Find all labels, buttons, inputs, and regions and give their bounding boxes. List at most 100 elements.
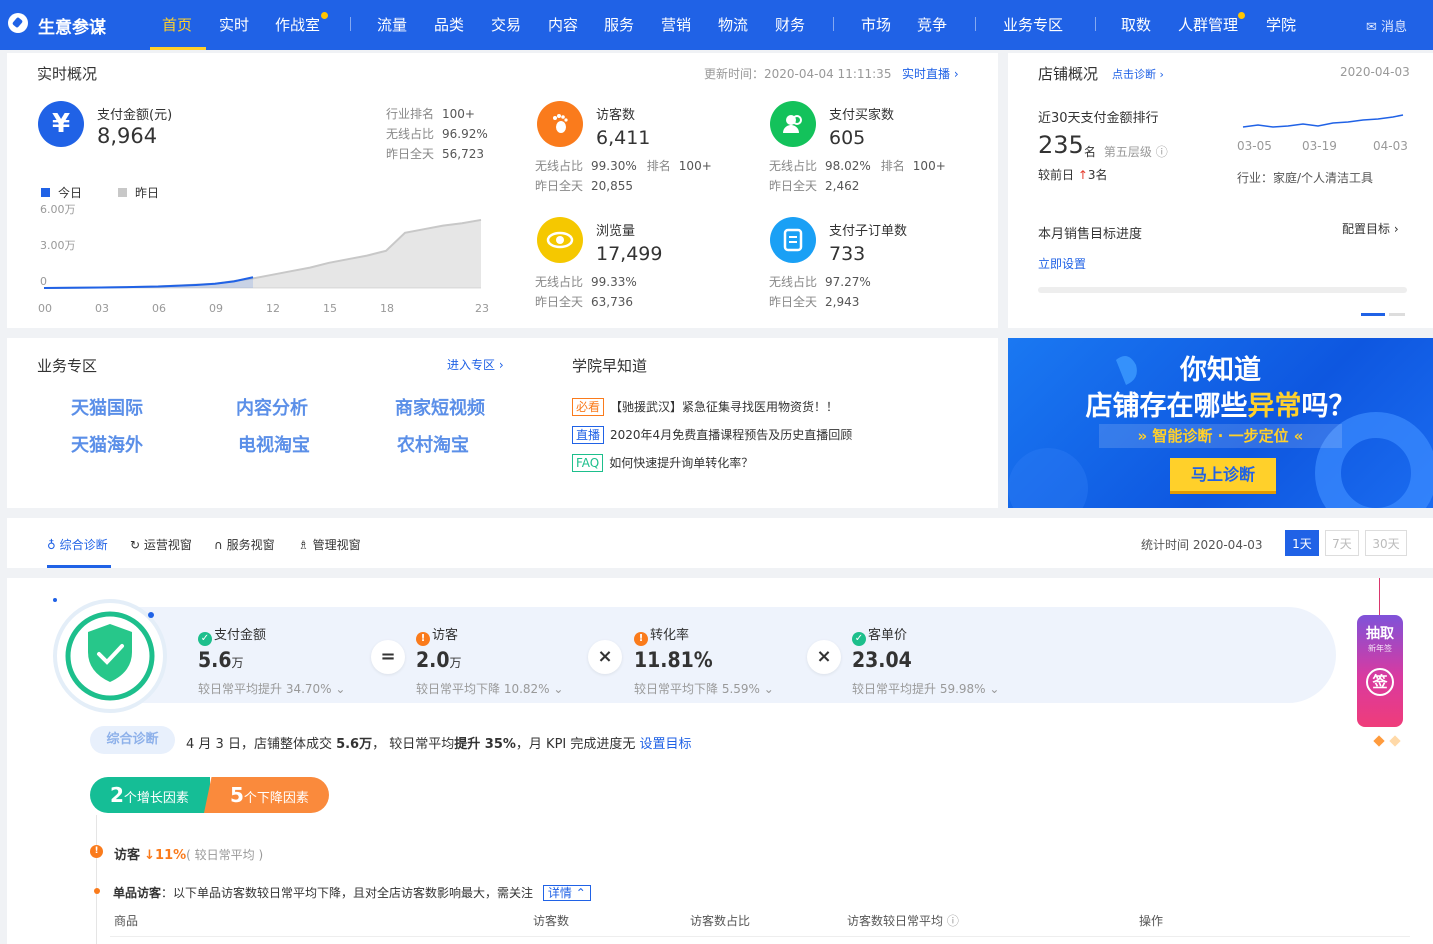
banner-line2: 店铺存在哪些异常吗？ xyxy=(1085,391,1356,422)
suborders-row2: 昨日全天 2,943 xyxy=(769,295,860,309)
multiply-operator: × xyxy=(807,640,841,674)
growth-factors-pill[interactable]: 2个增长因素 xyxy=(90,777,210,813)
academy-item[interactable]: 直播 2020年4月免费直播课程预告及历史直播回顾 xyxy=(572,426,852,444)
tab-operation[interactable]: ↻ 运营视窗 xyxy=(130,536,192,553)
legend-yesterday: 昨日 xyxy=(118,184,159,201)
nav-data-fetch[interactable]: 取数 xyxy=(1121,14,1151,35)
help-icon[interactable]: ⓘ xyxy=(947,914,959,928)
col-action: 操作 xyxy=(1139,914,1164,928)
nav-category[interactable]: 品类 xyxy=(434,14,464,35)
metric-value: 11.81% xyxy=(634,648,713,672)
nav-competition[interactable]: 竞争 xyxy=(917,14,947,35)
y-tick-label: 6.00万 xyxy=(40,203,76,216)
metric-value: 5.6万 xyxy=(198,648,244,672)
nav-crowd[interactable]: 人群管理 xyxy=(1178,14,1238,35)
nav-traffic[interactable]: 流量 xyxy=(377,14,407,35)
realtime-title: 实时概况 xyxy=(37,65,98,83)
pager-dot-active[interactable] xyxy=(1361,313,1385,316)
nav-market[interactable]: 市场 xyxy=(861,14,891,35)
live-link[interactable]: 实时直播 › xyxy=(902,65,959,82)
set-target-link[interactable]: 设置目标 xyxy=(640,737,692,752)
zone-content-analysis[interactable]: 内容分析 xyxy=(236,394,308,420)
tab-comprehensive[interactable]: ♁ 综合诊断 xyxy=(47,536,108,553)
rank-trend-sparkline xyxy=(1242,114,1404,128)
tab-management[interactable]: ♗ 管理视窗 xyxy=(298,536,361,553)
range-30d[interactable]: 30天 xyxy=(1365,530,1407,556)
nav-home[interactable]: 首页 xyxy=(162,14,192,35)
zone-tv-taobao[interactable]: 电视淘宝 xyxy=(238,431,310,457)
visitors-row1: 无线占比 99.30% 排名 100+ xyxy=(535,159,712,173)
x-tick-label: 18 xyxy=(380,302,394,315)
pager-dot[interactable] xyxy=(1389,313,1405,316)
academy-item[interactable]: 必看 【驰援武汉】紧急征集寻找医用物资货！！ xyxy=(572,398,838,416)
factor-visitors: 访客 ↓11%( 较日常平均 ) xyxy=(114,848,264,863)
sign-string xyxy=(1379,578,1380,618)
metric-value: 23.04 xyxy=(852,648,912,672)
metric-sub[interactable]: 较日常平均下降 10.82% ⌄ xyxy=(416,680,563,697)
compass-logo-icon[interactable] xyxy=(8,13,28,33)
nav-trade[interactable]: 交易 xyxy=(491,14,521,35)
nav-content[interactable]: 内容 xyxy=(548,14,578,35)
metric-sub[interactable]: 较日常平均提升 34.70% ⌄ xyxy=(198,680,345,697)
realtime-chart: 6.00万3.00万000 03 06 09 12 15 18 23 xyxy=(38,203,489,315)
suborders-label: 支付子订单数 xyxy=(829,224,908,239)
help-icon[interactable]: ⓘ xyxy=(1156,145,1168,159)
enter-zone-link[interactable]: 进入专区 › xyxy=(447,356,504,373)
zone-tmall-overseas[interactable]: 天猫海外 xyxy=(71,431,143,457)
visitors-value: 6,411 xyxy=(596,127,651,149)
pay-amount-value: 8,964 xyxy=(97,124,158,148)
tab-service[interactable]: ∩ 服务视窗 xyxy=(214,536,275,553)
diagnose-now-button[interactable]: 马上诊断 xyxy=(1170,458,1276,491)
nav-service[interactable]: 服务 xyxy=(604,14,634,35)
pay-amount-label: 支付金额(元) xyxy=(97,108,173,123)
zone-rural-taobao[interactable]: 农村淘宝 xyxy=(397,431,469,457)
decline-factors-pill[interactable]: 5个下降因素 xyxy=(204,777,329,813)
nav-warroom[interactable]: 作战室 xyxy=(275,14,320,35)
refresh-icon: ↻ xyxy=(130,538,141,552)
nav-divider xyxy=(833,17,834,31)
messages-link[interactable]: ✉ 消息 xyxy=(1366,16,1407,35)
nav-logistics[interactable]: 物流 xyxy=(718,14,748,35)
nav-business-zone[interactable]: 业务专区 xyxy=(1003,14,1063,35)
diagnose-link[interactable]: 点击诊断 › xyxy=(1112,66,1164,82)
nav-new-dot xyxy=(1238,12,1245,19)
metric-sub[interactable]: 较日常平均提升 59.98% ⌄ xyxy=(852,680,999,697)
zone-short-video[interactable]: 商家短视频 xyxy=(395,394,485,420)
x-tick-label: 06 xyxy=(152,302,166,315)
nav-marketing[interactable]: 营销 xyxy=(661,14,691,35)
nav-finance[interactable]: 财务 xyxy=(775,14,805,35)
brand-name[interactable]: 生意参谋 xyxy=(38,13,106,38)
nav-new-dot xyxy=(321,12,328,19)
pageviews-row1: 无线占比 99.33% xyxy=(535,275,637,289)
range-1d[interactable]: 1天 xyxy=(1285,530,1319,556)
buyers-value: 605 xyxy=(829,127,866,149)
summary-text: 4 月 3 日，店铺整体成交 5.6万， 较日常平均提升 35%，月 KPI 完… xyxy=(186,737,692,752)
academy-item[interactable]: FAQ 如何快速提升询单转化率？ xyxy=(572,454,753,472)
config-target-link[interactable]: 配置目标 › xyxy=(1342,220,1399,237)
buyers-label: 支付买家数 xyxy=(829,108,895,123)
wireless-share: 无线占比 96.92% xyxy=(386,127,488,141)
overview-date: 2020-04-03 xyxy=(1340,65,1410,79)
date-tick: 03-05 xyxy=(1237,139,1272,153)
equals-operator: = xyxy=(371,640,405,674)
metric-sub[interactable]: 较日常平均下降 5.59% ⌄ xyxy=(634,680,774,697)
set-now-link[interactable]: 立即设置 xyxy=(1038,255,1086,272)
detail-toggle[interactable]: 详情 ⌃ xyxy=(542,885,591,901)
rank-value: 235 xyxy=(1038,131,1084,159)
nav-active-indicator xyxy=(150,47,206,50)
x-tick-label: 23 xyxy=(475,302,489,315)
buyers-row2: 昨日全天 2,462 xyxy=(769,179,860,193)
date-tick: 04-03 xyxy=(1373,139,1408,153)
visitors-label: 访客数 xyxy=(596,108,636,123)
target-label: 本月销售目标进度 xyxy=(1038,227,1143,242)
business-title: 业务专区 xyxy=(37,357,98,375)
diagnosis-banner[interactable]: 你知道 店铺存在哪些异常吗？ » 智能诊断 · 一步定位 « 马上诊断 xyxy=(1008,338,1433,508)
fortune-sign[interactable]: 抽取 新年签 签 xyxy=(1357,615,1403,727)
rank-compare: 较前日 ↑3名 xyxy=(1038,168,1108,182)
zone-tmall-intl[interactable]: 天猫国际 xyxy=(71,394,143,420)
range-7d[interactable]: 7天 xyxy=(1325,530,1359,556)
warning-icon: ! xyxy=(634,632,648,646)
nav-realtime[interactable]: 实时 xyxy=(219,14,249,35)
tab-active-indicator xyxy=(47,565,111,568)
nav-academy[interactable]: 学院 xyxy=(1266,14,1296,35)
